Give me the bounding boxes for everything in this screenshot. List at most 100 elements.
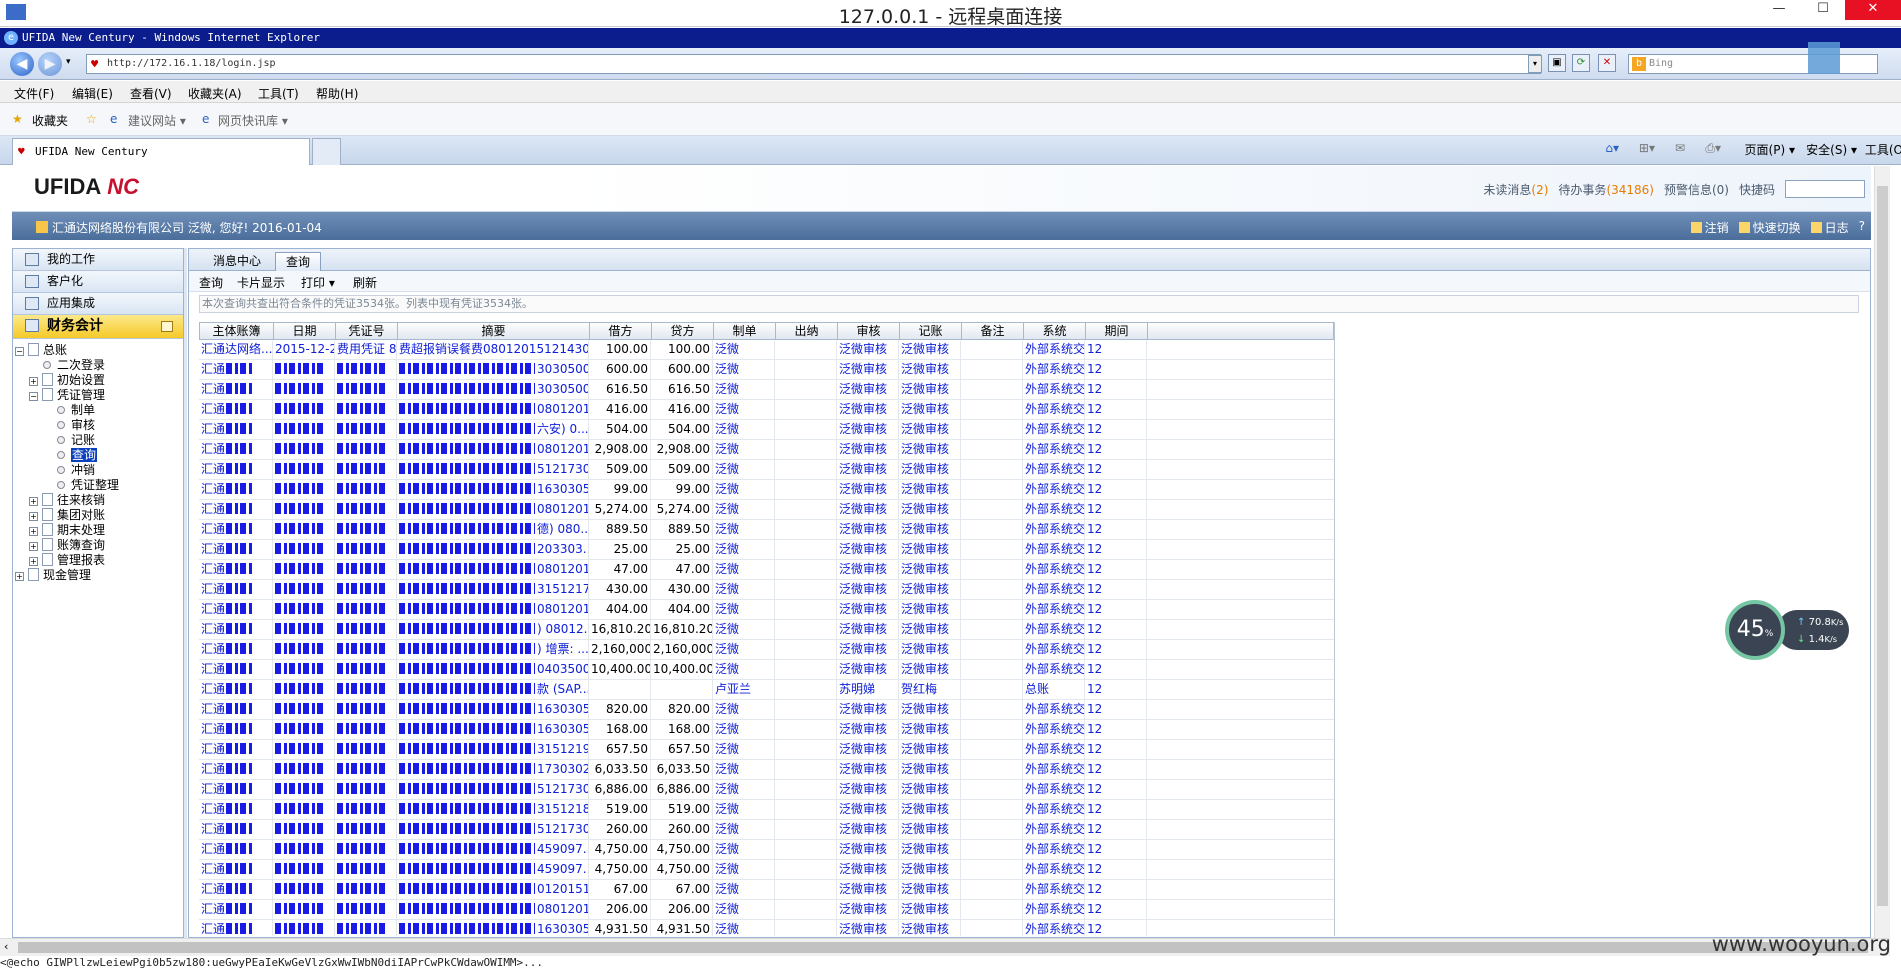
table-row[interactable]: 汇通0403500...10,400.0010,400.00泛微泛微审核泛微审核…: [199, 660, 1334, 680]
table-row[interactable]: 汇通0801201...2,908.002,908.00泛微泛微审核泛微审核外部…: [199, 440, 1334, 460]
column-header[interactable]: 制单: [714, 323, 776, 339]
quick-code-input[interactable]: [1785, 180, 1865, 198]
nav-dropdown-icon[interactable]: ▾: [66, 57, 71, 67]
browser-tab[interactable]: ♥ UFIDA New Century: [12, 138, 310, 165]
nav-my-work[interactable]: 我的工作: [13, 249, 183, 271]
tree-node-period-end[interactable]: + 期末处理: [29, 523, 105, 537]
tools-menu[interactable]: 工具(O: [1865, 141, 1901, 158]
table-row[interactable]: 汇通5121730...509.00509.00泛微泛微审核泛微审核外部系统交.…: [199, 460, 1334, 480]
forward-button[interactable]: ▶: [38, 52, 62, 76]
feeds-icon[interactable]: ⊞▾: [1639, 141, 1655, 155]
column-header[interactable]: 系统: [1024, 323, 1086, 339]
column-header[interactable]: 主体账簿: [200, 323, 274, 339]
table-row[interactable]: 汇通3151219...657.50657.50泛微泛微审核泛微审核外部系统交.…: [199, 740, 1334, 760]
table-row[interactable]: 汇通 459097... 4,750.00 4,750.00 泛微 泛微审核 泛微审核 外部系…: [199, 840, 1334, 860]
back-button[interactable]: ◀: [10, 52, 34, 76]
home-icon[interactable]: ⌂▾: [1605, 141, 1619, 155]
table-row[interactable]: 汇通1630305...99.0099.00泛微泛微审核泛微审核外部系统交...…: [199, 480, 1334, 500]
table-row[interactable]: 汇通3151217...430.00430.00泛微泛微审核泛微审核外部系统交.…: [199, 580, 1334, 600]
tree-node-gl[interactable]: − 总账: [15, 343, 67, 357]
search-input[interactable]: b Bing: [1628, 54, 1878, 74]
table-row[interactable]: 汇通3030500...616.50616.50泛微泛微审核泛微审核外部系统交.…: [199, 380, 1334, 400]
horizontal-scrollbar[interactable]: ‹: [0, 938, 1890, 956]
table-row[interactable]: 汇通0801201...404.00404.00泛微泛微审核泛微审核外部系统交.…: [199, 600, 1334, 620]
h-scroll-thumb[interactable]: [18, 942, 1868, 953]
new-tab-button[interactable]: [312, 138, 341, 165]
vertical-scrollbar[interactable]: [1874, 166, 1890, 939]
card-view-button[interactable]: 卡片显示: [237, 274, 285, 291]
column-header[interactable]: 审核: [838, 323, 900, 339]
table-row[interactable]: 汇通1630305...820.00820.00泛微泛微审核泛微审核外部系统交.…: [199, 700, 1334, 720]
tree-node-make[interactable]: 制单: [57, 403, 95, 417]
table-row[interactable]: 汇通) 增票: ...2,160,000.002,160,000.00泛微泛微审…: [199, 640, 1334, 660]
table-row[interactable]: 汇通0801201...47.0047.00泛微泛微审核泛微审核外部系统交...…: [199, 560, 1334, 580]
maximize-button[interactable]: ☐: [1801, 0, 1845, 20]
tree-node-ledger[interactable]: + 账簿查询: [29, 538, 105, 552]
table-row[interactable]: 汇通5121730...260.00260.00泛微泛微审核泛微审核外部系统交.…: [199, 820, 1334, 840]
table-row[interactable]: 汇通203303...25.0025.00泛微泛微审核泛微审核外部系统交...1…: [199, 540, 1334, 560]
log-link[interactable]: 日志: [1810, 219, 1849, 236]
tab-message-center[interactable]: 消息中心: [203, 252, 271, 271]
mail-icon[interactable]: ✉: [1675, 141, 1685, 155]
refresh-button[interactable]: 刷新: [353, 274, 377, 291]
table-row[interactable]: 汇通0801201...5,274.005,274.00泛微泛微审核泛微审核外部…: [199, 500, 1334, 520]
column-header[interactable]: 日期: [274, 323, 336, 339]
tree-node-audit[interactable]: 审核: [57, 418, 95, 432]
menu-file[interactable]: 文件(F): [14, 85, 54, 102]
tree-node-voucher[interactable]: − 凭证管理: [29, 388, 105, 402]
quick-switch-link[interactable]: 快速切换: [1738, 219, 1801, 236]
todo-link[interactable]: 待办事务(34186): [1558, 181, 1654, 198]
table-row[interactable]: 汇通0120151...67.0067.00泛微泛微审核泛微审核外部系统交...…: [199, 880, 1334, 900]
page-menu[interactable]: 页面(P) ▾: [1745, 141, 1795, 158]
menu-view[interactable]: 查看(V): [130, 85, 172, 102]
table-row[interactable]: 汇通德) 080...889.50889.50泛微泛微审核泛微审核外部系统交..…: [199, 520, 1334, 540]
column-header[interactable]: 备注: [962, 323, 1024, 339]
print-button[interactable]: 打印 ▾: [301, 274, 335, 291]
table-row[interactable]: 汇通3151218...519.00519.00泛微泛微审核泛微审核外部系统交.…: [199, 800, 1334, 820]
table-row[interactable]: 汇通) 08012...16,810.2016,810.20泛微泛微审核泛微审核…: [199, 620, 1334, 640]
query-button[interactable]: 查询: [199, 274, 223, 291]
table-row[interactable]: 汇通1630305...168.00168.00泛微泛微审核泛微审核外部系统交.…: [199, 720, 1334, 740]
table-row[interactable]: 汇通3030500...600.00600.00泛微泛微审核泛微审核外部系统交.…: [199, 360, 1334, 380]
table-row[interactable]: 汇通 459097... 4,750.00 4,750.00 泛微 泛微审核 泛微审核 外部系…: [199, 860, 1334, 880]
tree-node-verify[interactable]: + 往来核销: [29, 493, 105, 507]
table-row[interactable]: 汇通0801201...206.00206.00泛微泛微审核泛微审核外部系统交.…: [199, 900, 1334, 920]
nav-customize[interactable]: 客户化: [13, 271, 183, 293]
collapse-icon[interactable]: [161, 321, 173, 332]
favorites-button[interactable]: 收藏夹: [32, 112, 68, 129]
network-speed-widget[interactable]: ↑ 70.8K/s ↓ 1.4K/s 45%: [1725, 600, 1849, 660]
column-header[interactable]: 贷方: [652, 323, 714, 339]
tab-query[interactable]: 查询: [275, 252, 322, 271]
minimize-button[interactable]: —: [1757, 0, 1801, 20]
table-row[interactable]: 汇通1730302...6,033.506,033.50泛微泛微审核泛微审核外部…: [199, 760, 1334, 780]
tree-node-report[interactable]: + 管理报表: [29, 553, 105, 567]
menu-edit[interactable]: 编辑(E): [72, 85, 113, 102]
close-button[interactable]: ✕: [1845, 0, 1901, 20]
nav-app-integration[interactable]: 应用集成: [13, 293, 183, 315]
tree-node-group[interactable]: + 集团对账: [29, 508, 105, 522]
tree-node-init[interactable]: + 初始设置: [29, 373, 105, 387]
help-icon[interactable]: ?: [1859, 219, 1865, 236]
safety-menu[interactable]: 安全(S) ▾: [1806, 141, 1857, 158]
tree-node-reverse[interactable]: 冲销: [57, 463, 95, 477]
tree-node-cash[interactable]: + 现金管理: [15, 568, 91, 582]
column-header[interactable]: 借方: [590, 323, 652, 339]
logout-link[interactable]: 注销: [1690, 219, 1729, 236]
scroll-left-icon[interactable]: ‹: [4, 940, 8, 953]
table-row[interactable]: 汇通0801201...416.00416.00泛微泛微审核泛微审核外部系统交.…: [199, 400, 1334, 420]
menu-favorites[interactable]: 收藏夹(A): [188, 85, 242, 102]
warning-info-link[interactable]: 预警信息(0): [1664, 181, 1729, 198]
menu-tools[interactable]: 工具(T): [258, 85, 299, 102]
column-header[interactable]: 期间: [1086, 323, 1148, 339]
tree-node-tidy[interactable]: 凭证整理: [57, 478, 119, 492]
address-dropdown-icon[interactable]: ▾: [1528, 55, 1542, 73]
web-slice-link[interactable]: 网页快讯库 ▾: [218, 112, 288, 129]
table-row[interactable]: 汇通 款 (SAP... 卢亚兰 苏明娣 贺红梅 总账 12: [199, 680, 1334, 700]
stop-icon[interactable]: ✕: [1598, 54, 1616, 72]
tree-node-query[interactable]: 查询: [57, 448, 98, 462]
menu-help[interactable]: 帮助(H): [316, 85, 358, 102]
suggested-sites-link[interactable]: 建议网站 ▾: [128, 112, 186, 129]
address-input[interactable]: ♥ http://172.16.1.18/login.jsp: [86, 54, 1541, 74]
tree-node-relogin[interactable]: 二次登录: [43, 358, 105, 372]
table-row[interactable]: 汇通5121730...6,886.006,886.00泛微泛微审核泛微审核外部…: [199, 780, 1334, 800]
